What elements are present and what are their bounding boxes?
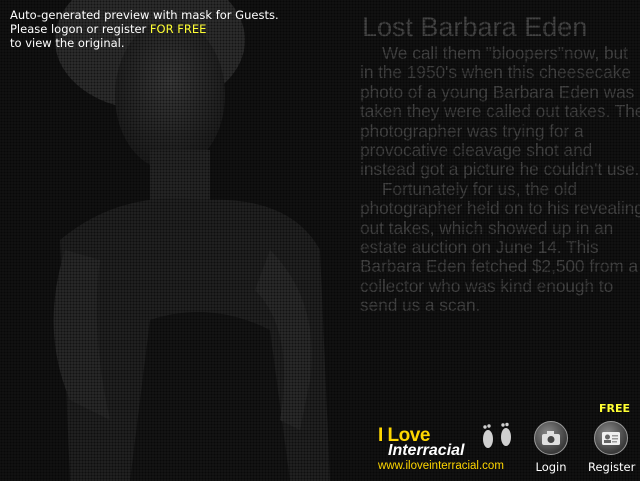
notice-line-1: Auto-generated preview with mask for Gue… (10, 8, 279, 22)
camera-icon (534, 421, 568, 455)
article: Lost Barbara Eden We call them "bloopers… (360, 12, 640, 316)
site-url: www.iloveinterracial.com (378, 460, 504, 472)
guest-notice: Auto-generated preview with mask for Gue… (10, 8, 279, 50)
article-paragraph-2: Fortunately for us, the old photographer… (360, 178, 640, 316)
article-title: Lost Barbara Eden (362, 12, 588, 42)
footprints-icon (483, 422, 511, 448)
notice-line-2: Please logon or register FOR FREE (10, 22, 279, 36)
id-card-icon (594, 421, 628, 455)
notice-line-3: to view the original. (10, 36, 125, 50)
free-badge: FREE (599, 402, 631, 415)
article-paragraph-1: We call them "bloopers"now, but in the 1… (360, 43, 640, 180)
for-free-link[interactable]: FOR FREE (150, 22, 206, 36)
login-label: Login (535, 460, 567, 474)
logo-line-2: Interracial (388, 442, 465, 459)
login-button[interactable]: Login (532, 421, 570, 474)
register-button[interactable]: Register (588, 421, 636, 474)
notice-line-2-prefix: Please logon or register (10, 22, 150, 36)
site-logo[interactable]: I Love Interracial www.iloveinterracial.… (376, 422, 526, 477)
register-label: Register (588, 460, 636, 474)
